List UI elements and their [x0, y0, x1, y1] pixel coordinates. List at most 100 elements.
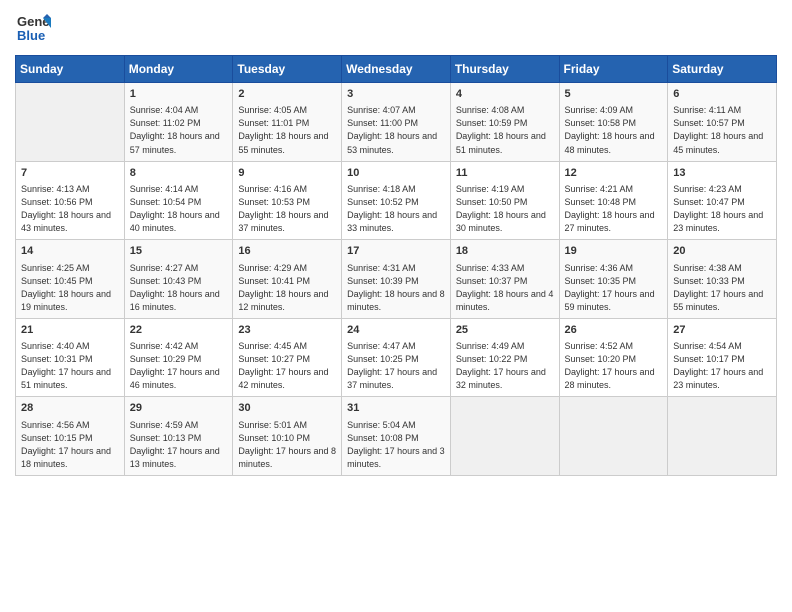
- calendar-cell: 31 Sunrise: 5:04 AMSunset: 10:08 PMDaylig…: [342, 397, 451, 476]
- day-number: 22: [130, 323, 228, 338]
- calendar-cell: 26 Sunrise: 4:52 AMSunset: 10:20 PMDaylig…: [559, 318, 668, 397]
- day-info: Sunrise: 5:04 AMSunset: 10:08 PMDaylight…: [347, 419, 445, 471]
- calendar-cell: 15 Sunrise: 4:27 AMSunset: 10:43 PMDaylig…: [124, 240, 233, 319]
- calendar-week-5: 28 Sunrise: 4:56 AMSunset: 10:15 PMDaylig…: [16, 397, 777, 476]
- day-info: Sunrise: 4:45 AMSunset: 10:27 PMDaylight…: [238, 340, 336, 392]
- day-info: Sunrise: 4:13 AMSunset: 10:56 PMDaylight…: [21, 183, 119, 235]
- day-info: Sunrise: 4:40 AMSunset: 10:31 PMDaylight…: [21, 340, 119, 392]
- calendar-cell: 16Sunrise: 4:29 AMSunset: 10:41 PMDaylig…: [233, 240, 342, 319]
- calendar-cell: 30 Sunrise: 5:01 AMSunset: 10:10 PMDaylig…: [233, 397, 342, 476]
- day-info: Sunrise: 4:29 AMSunset: 10:41 PMDaylight…: [238, 262, 336, 314]
- day-number: 2: [238, 87, 336, 102]
- day-number: 20: [673, 244, 771, 259]
- calendar-table: SundayMondayTuesdayWednesdayThursdayFrid…: [15, 55, 777, 476]
- calendar-week-4: 21 Sunrise: 4:40 AMSunset: 10:31 PMDaylig…: [16, 318, 777, 397]
- day-info: Sunrise: 4:07 AMSunset: 11:00 PMDaylight…: [347, 104, 445, 156]
- calendar-header-row: SundayMondayTuesdayWednesdayThursdayFrid…: [16, 56, 777, 83]
- day-info: Sunrise: 4:52 AMSunset: 10:20 PMDaylight…: [565, 340, 663, 392]
- calendar-cell: 28 Sunrise: 4:56 AMSunset: 10:15 PMDaylig…: [16, 397, 125, 476]
- day-number: 23: [238, 323, 336, 338]
- calendar-cell: 24Sunrise: 4:47 AMSunset: 10:25 PMDaylig…: [342, 318, 451, 397]
- logo: General Blue: [15, 10, 51, 51]
- day-number: 14: [21, 244, 119, 259]
- day-info: Sunrise: 4:59 AMSunset: 10:13 PMDaylight…: [130, 419, 228, 471]
- day-number: 30: [238, 401, 336, 416]
- calendar-cell: 17 Sunrise: 4:31 AMSunset: 10:39 PMDaylig…: [342, 240, 451, 319]
- calendar-cell: 25 Sunrise: 4:49 AMSunset: 10:22 PMDaylig…: [450, 318, 559, 397]
- header-monday: Monday: [124, 56, 233, 83]
- day-info: Sunrise: 4:21 AMSunset: 10:48 PMDaylight…: [565, 183, 663, 235]
- day-number: 17: [347, 244, 445, 259]
- day-number: 31: [347, 401, 445, 416]
- header-friday: Friday: [559, 56, 668, 83]
- calendar-cell: 22 Sunrise: 4:42 AMSunset: 10:29 PMDaylig…: [124, 318, 233, 397]
- calendar-cell: 13 Sunrise: 4:23 AMSunset: 10:47 PMDaylig…: [668, 161, 777, 240]
- calendar-cell: 19Sunrise: 4:36 AMSunset: 10:35 PMDaylig…: [559, 240, 668, 319]
- day-number: 7: [21, 166, 119, 181]
- day-info: Sunrise: 4:38 AMSunset: 10:33 PMDaylight…: [673, 262, 771, 314]
- day-info: Sunrise: 4:08 AMSunset: 10:59 PMDaylight…: [456, 104, 554, 156]
- calendar-cell: 3 Sunrise: 4:07 AMSunset: 11:00 PMDayligh…: [342, 83, 451, 162]
- calendar-week-1: 1 Sunrise: 4:04 AMSunset: 11:02 PMDayligh…: [16, 83, 777, 162]
- calendar-cell: 1 Sunrise: 4:04 AMSunset: 11:02 PMDayligh…: [124, 83, 233, 162]
- logo-icon: General Blue: [15, 10, 51, 46]
- day-info: Sunrise: 4:19 AMSunset: 10:50 PMDaylight…: [456, 183, 554, 235]
- calendar-cell: 5Sunrise: 4:09 AMSunset: 10:58 PMDayligh…: [559, 83, 668, 162]
- day-number: 8: [130, 166, 228, 181]
- day-info: Sunrise: 4:05 AMSunset: 11:01 PMDaylight…: [238, 104, 336, 156]
- day-number: 1: [130, 87, 228, 102]
- day-number: 13: [673, 166, 771, 181]
- day-number: 11: [456, 166, 554, 181]
- day-number: 19: [565, 244, 663, 259]
- header-sunday: Sunday: [16, 56, 125, 83]
- day-info: Sunrise: 4:04 AMSunset: 11:02 PMDaylight…: [130, 104, 228, 156]
- day-info: Sunrise: 4:25 AMSunset: 10:45 PMDaylight…: [21, 262, 119, 314]
- calendar-cell: 9Sunrise: 4:16 AMSunset: 10:53 PMDayligh…: [233, 161, 342, 240]
- calendar-cell: 27 Sunrise: 4:54 AMSunset: 10:17 PMDaylig…: [668, 318, 777, 397]
- calendar-cell: 29Sunrise: 4:59 AMSunset: 10:13 PMDaylig…: [124, 397, 233, 476]
- day-info: Sunrise: 4:11 AMSunset: 10:57 PMDaylight…: [673, 104, 771, 156]
- day-number: 6: [673, 87, 771, 102]
- day-number: 27: [673, 323, 771, 338]
- day-info: Sunrise: 4:54 AMSunset: 10:17 PMDaylight…: [673, 340, 771, 392]
- day-info: Sunrise: 4:16 AMSunset: 10:53 PMDaylight…: [238, 183, 336, 235]
- day-info: Sunrise: 4:23 AMSunset: 10:47 PMDaylight…: [673, 183, 771, 235]
- calendar-cell: 20 Sunrise: 4:38 AMSunset: 10:33 PMDaylig…: [668, 240, 777, 319]
- calendar-week-2: 7 Sunrise: 4:13 AMSunset: 10:56 PMDayligh…: [16, 161, 777, 240]
- day-info: Sunrise: 4:49 AMSunset: 10:22 PMDaylight…: [456, 340, 554, 392]
- day-info: Sunrise: 4:33 AMSunset: 10:37 PMDaylight…: [456, 262, 554, 314]
- page-header: General Blue: [15, 10, 777, 51]
- calendar-cell: 8Sunrise: 4:14 AMSunset: 10:54 PMDayligh…: [124, 161, 233, 240]
- calendar-cell: [16, 83, 125, 162]
- header-saturday: Saturday: [668, 56, 777, 83]
- calendar-cell: [559, 397, 668, 476]
- day-info: Sunrise: 4:56 AMSunset: 10:15 PMDaylight…: [21, 419, 119, 471]
- day-info: Sunrise: 4:42 AMSunset: 10:29 PMDaylight…: [130, 340, 228, 392]
- calendar-cell: 21 Sunrise: 4:40 AMSunset: 10:31 PMDaylig…: [16, 318, 125, 397]
- svg-text:Blue: Blue: [17, 28, 45, 43]
- day-number: 4: [456, 87, 554, 102]
- day-number: 26: [565, 323, 663, 338]
- day-info: Sunrise: 5:01 AMSunset: 10:10 PMDaylight…: [238, 419, 336, 471]
- header-thursday: Thursday: [450, 56, 559, 83]
- calendar-cell: 11 Sunrise: 4:19 AMSunset: 10:50 PMDaylig…: [450, 161, 559, 240]
- day-number: 15: [130, 244, 228, 259]
- calendar-cell: [668, 397, 777, 476]
- day-info: Sunrise: 4:27 AMSunset: 10:43 PMDaylight…: [130, 262, 228, 314]
- day-number: 3: [347, 87, 445, 102]
- calendar-cell: 4 Sunrise: 4:08 AMSunset: 10:59 PMDayligh…: [450, 83, 559, 162]
- calendar-cell: 14 Sunrise: 4:25 AMSunset: 10:45 PMDaylig…: [16, 240, 125, 319]
- calendar-cell: 6 Sunrise: 4:11 AMSunset: 10:57 PMDayligh…: [668, 83, 777, 162]
- day-info: Sunrise: 4:31 AMSunset: 10:39 PMDaylight…: [347, 262, 445, 314]
- calendar-cell: 18Sunrise: 4:33 AMSunset: 10:37 PMDaylig…: [450, 240, 559, 319]
- day-number: 28: [21, 401, 119, 416]
- day-number: 21: [21, 323, 119, 338]
- day-info: Sunrise: 4:09 AMSunset: 10:58 PMDaylight…: [565, 104, 663, 156]
- calendar-cell: 7 Sunrise: 4:13 AMSunset: 10:56 PMDayligh…: [16, 161, 125, 240]
- calendar-cell: [450, 397, 559, 476]
- calendar-week-3: 14 Sunrise: 4:25 AMSunset: 10:45 PMDaylig…: [16, 240, 777, 319]
- calendar-cell: 10Sunrise: 4:18 AMSunset: 10:52 PMDaylig…: [342, 161, 451, 240]
- day-number: 12: [565, 166, 663, 181]
- day-number: 25: [456, 323, 554, 338]
- calendar-cell: 2 Sunrise: 4:05 AMSunset: 11:01 PMDayligh…: [233, 83, 342, 162]
